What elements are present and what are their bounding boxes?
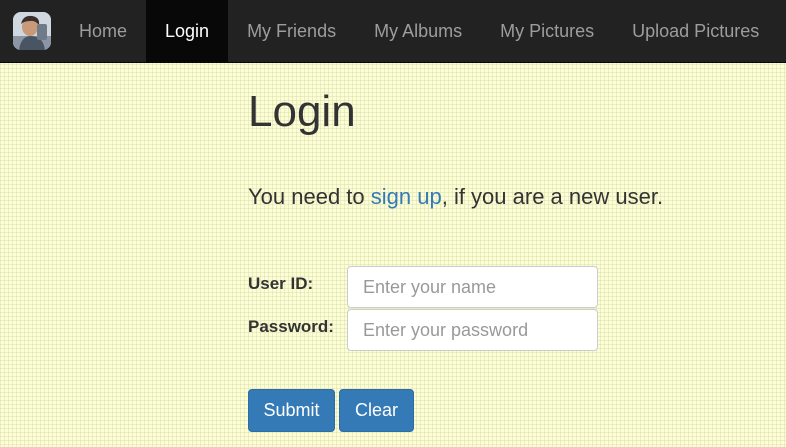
sign-up-link[interactable]: sign up — [371, 184, 442, 209]
userid-label: User ID: — [248, 274, 314, 293]
nav-my-albums[interactable]: My Albums — [355, 0, 481, 62]
user-avatar-icon — [13, 12, 51, 50]
page-title: Login — [248, 87, 356, 136]
signup-prompt-prefix: You need to — [248, 184, 371, 209]
nav-upload-pictures[interactable]: Upload Pictures — [613, 0, 778, 62]
password-input[interactable] — [347, 309, 598, 351]
signup-prompt-suffix: , if you are a new user. — [441, 184, 664, 209]
nav-my-pictures[interactable]: My Pictures — [481, 0, 613, 62]
top-navbar: Home Login My Friends My Albums My Pictu… — [0, 0, 786, 63]
brand-logo[interactable] — [0, 0, 60, 62]
nav-my-friends[interactable]: My Friends — [228, 0, 355, 62]
userid-input[interactable] — [347, 266, 598, 308]
clear-button[interactable]: Clear — [339, 389, 414, 432]
nav-login[interactable]: Login — [146, 0, 229, 62]
signup-prompt: You need to sign up, if you are a new us… — [248, 184, 663, 210]
nav-home[interactable]: Home — [60, 0, 146, 62]
submit-button[interactable]: Submit — [248, 389, 335, 432]
password-label: Password: — [248, 317, 334, 336]
